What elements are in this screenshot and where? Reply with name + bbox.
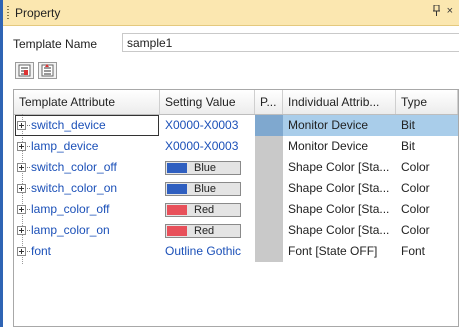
sort-button[interactable] (38, 62, 57, 79)
setting-value-cell[interactable]: Blue (160, 178, 255, 199)
table-row[interactable]: lamp_color_on Red Shape Color [Sta... Co… (14, 220, 458, 241)
column-header-individual-attribute[interactable]: Individual Attrib... (283, 90, 396, 114)
color-swatch[interactable]: Blue (165, 160, 241, 175)
attribute-name: lamp_color_on (31, 223, 110, 237)
property-panel: Property × Template Name sample1 Templat… (0, 0, 459, 327)
expand-icon[interactable] (17, 247, 26, 256)
table-row[interactable]: switch_color_on Blue Shape Color [Sta...… (14, 178, 458, 199)
panel-titlebar[interactable]: Property × (3, 0, 459, 26)
p-cell (255, 220, 283, 241)
color-swatch[interactable]: Blue (165, 181, 241, 196)
property-grid: Template Attribute Setting Value P... In… (13, 89, 459, 327)
type-cell: Color (401, 181, 430, 195)
p-cell (255, 199, 283, 220)
type-cell: Color (401, 160, 430, 174)
column-header-type[interactable]: Type (396, 90, 458, 114)
panel-title: Property (15, 5, 61, 20)
individual-attribute-cell[interactable]: Shape Color [Sta... (283, 157, 396, 178)
color-name: Red (194, 224, 215, 237)
color-name: Red (194, 203, 215, 216)
type-cell: Font (401, 244, 426, 258)
type-cell: Bit (401, 139, 416, 153)
expand-icon[interactable] (17, 205, 26, 214)
color-swatch[interactable]: Red (165, 202, 241, 217)
p-cell (255, 178, 283, 199)
attribute-name: font (31, 244, 52, 258)
template-name-label: Template Name (13, 37, 98, 51)
individual-attribute-cell[interactable]: Monitor Device (283, 115, 396, 136)
attribute-name: switch_color_on (31, 181, 118, 195)
type-cell: Color (401, 202, 430, 216)
title-actions: × (432, 4, 453, 19)
expand-icon[interactable] (17, 226, 26, 235)
setting-value-cell[interactable]: Blue (160, 157, 255, 178)
individual-attribute-cell[interactable]: Shape Color [Sta... (283, 199, 396, 220)
template-name-field[interactable] (122, 33, 459, 52)
color-name: Blue (194, 182, 217, 195)
p-cell (255, 241, 283, 262)
categorize-button[interactable] (15, 62, 34, 79)
column-header-setting-value[interactable]: Setting Value (160, 90, 255, 114)
p-cell (255, 157, 283, 178)
close-icon[interactable]: × (447, 5, 453, 19)
p-cell (255, 136, 283, 157)
setting-value-cell[interactable]: X0000-X0003 (160, 115, 255, 136)
attribute-cell[interactable]: font (14, 241, 160, 262)
setting-value-cell[interactable]: X0000-X0003 (160, 136, 255, 157)
table-row[interactable]: switch_color_off Blue Shape Color [Sta..… (14, 157, 458, 178)
attribute-name: lamp_color_off (31, 202, 110, 216)
attribute-name: switch_color_off (31, 160, 117, 174)
expand-icon[interactable] (17, 184, 26, 193)
pin-icon[interactable] (432, 4, 441, 19)
setting-value-cell[interactable]: Outline Gothic (160, 241, 255, 262)
column-header-template-attribute[interactable]: Template Attribute (14, 90, 160, 114)
expand-icon[interactable] (17, 142, 26, 151)
setting-value-cell[interactable]: Red (160, 199, 255, 220)
type-cell: Bit (396, 115, 458, 136)
individual-attribute-cell[interactable]: Font [State OFF] (283, 241, 396, 262)
setting-value-cell[interactable]: Red (160, 220, 255, 241)
table-row[interactable]: lamp_device X0000-X0003 Monitor Device B… (14, 136, 458, 157)
attribute-cell[interactable]: lamp_device (14, 136, 160, 157)
table-row[interactable]: font Outline Gothic Font [State OFF] Fon… (14, 241, 458, 262)
color-swatch[interactable]: Red (165, 223, 241, 238)
attribute-cell[interactable]: lamp_color_off (14, 199, 160, 220)
table-row[interactable]: lamp_color_off Red Shape Color [Sta... C… (14, 199, 458, 220)
individual-attribute-cell[interactable]: Monitor Device (283, 136, 396, 157)
attribute-name: lamp_device (31, 139, 99, 153)
attribute-cell[interactable]: switch_color_off (14, 157, 160, 178)
focus-outline (15, 115, 159, 136)
color-chip (167, 162, 187, 173)
type-cell: Color (401, 223, 430, 237)
individual-attribute-cell[interactable]: Shape Color [Sta... (283, 178, 396, 199)
drag-grip-icon[interactable] (7, 6, 9, 19)
grid-header: Template Attribute Setting Value P... In… (14, 90, 458, 115)
individual-attribute-cell[interactable]: Shape Color [Sta... (283, 220, 396, 241)
color-chip (167, 183, 187, 194)
attribute-cell[interactable]: switch_color_on (14, 178, 160, 199)
expand-icon[interactable] (17, 163, 26, 172)
sort-icon (41, 64, 54, 77)
color-chip (167, 204, 187, 215)
categorize-icon (18, 64, 31, 77)
color-name: Blue (194, 161, 217, 174)
color-chip (167, 225, 187, 236)
template-name-row: Template Name (13, 33, 459, 52)
column-header-p[interactable]: P... (255, 90, 283, 114)
attribute-cell[interactable]: lamp_color_on (14, 220, 160, 241)
p-cell (255, 115, 283, 136)
table-row[interactable]: switch_device X0000-X0003 Monitor Device… (14, 115, 458, 136)
